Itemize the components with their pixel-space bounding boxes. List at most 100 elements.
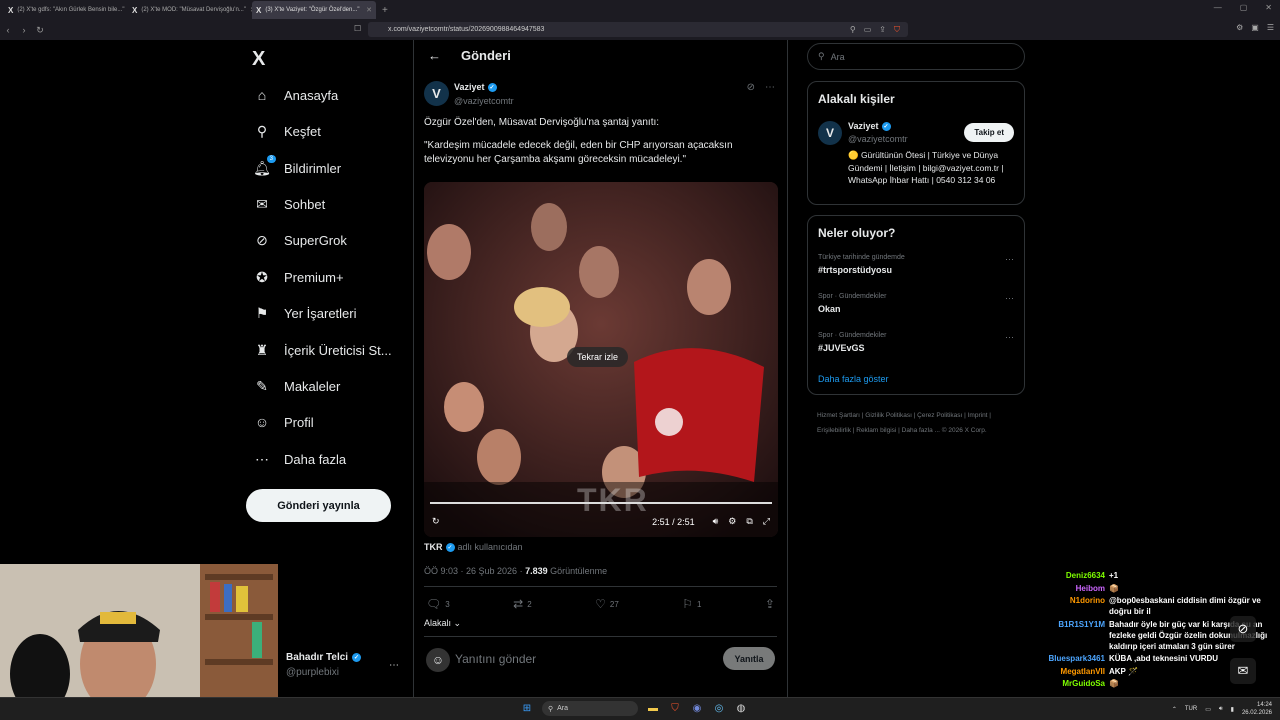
browser-tab[interactable]: X (2) X'te gdfs: "Akın Gürlek Bensin bile… (4, 1, 128, 19)
reply-sort[interactable]: Alakalı ⌄ (424, 618, 461, 629)
divider (424, 636, 777, 637)
battery-icon[interactable]: ▮ (1231, 706, 1234, 713)
sidebar-item-explore[interactable]: ⚲ Keşfet (254, 123, 321, 139)
author-avatar[interactable]: V (424, 81, 449, 106)
show-more-link[interactable]: Daha fazla göster (818, 374, 889, 384)
clock[interactable]: 14:24 26.02.2026 (1242, 701, 1272, 717)
close-window-icon[interactable]: ✕ (1265, 3, 1272, 12)
volume-icon[interactable]: 🔊︎ (1219, 706, 1223, 713)
discord-icon[interactable]: ◉ (690, 702, 704, 716)
x-logo[interactable]: X (252, 48, 265, 71)
post-top-actions: ⊘ ⋯ (747, 82, 775, 93)
trend-item[interactable]: Spor · Gündemdekiler Okan (818, 293, 886, 314)
browser-tab[interactable]: X (2) X'te MOD: "Müsavat Dervişoğlu'n..."… (128, 1, 252, 19)
replay-button[interactable]: Tekrar izle (567, 347, 629, 367)
tray-chevron-icon[interactable]: ⌃ (1172, 706, 1177, 713)
follow-button[interactable]: Takip et (964, 123, 1014, 142)
windows-start-icon[interactable]: ⊞ (520, 702, 534, 716)
related-user[interactable]: Vaziyet ✓ @vaziyetcomtr (848, 121, 908, 144)
new-tab-button[interactable]: + (376, 5, 394, 16)
sidebar-item-premium[interactable]: ✪ Premium+ (254, 269, 343, 285)
network-icon[interactable]: ▭ (1205, 706, 1211, 713)
sidebar-item-articles[interactable]: ✎ Makaleler (254, 378, 340, 394)
trend-item[interactable]: Spor · Gündemdekiler #JUVEvGS (818, 332, 886, 353)
reply-input[interactable]: Yanıtını gönder (455, 652, 536, 666)
file-explorer-icon[interactable]: ▬ (646, 702, 660, 716)
system-tray: ⌃ TUR ▭ 🔊︎ ▮ 14:24 26.02.2026 (1172, 701, 1272, 717)
bookmark-page-icon[interactable]: ☐ (354, 24, 361, 33)
extensions-icon[interactable]: ⚙ (1236, 23, 1243, 32)
close-tab-icon[interactable]: ✕ (366, 6, 372, 14)
sidebar-item-supergrok[interactable]: ⊘ SuperGrok (254, 232, 347, 248)
post-button[interactable]: Gönderi yayınla (246, 489, 391, 522)
maximize-icon[interactable]: ▢ (1240, 3, 1248, 12)
repost-action[interactable]: ⇄ 2 (513, 597, 532, 611)
video-progress-bar[interactable] (430, 502, 772, 504)
bell-icon: 🔔︎ 3 (253, 155, 276, 176)
sidebar-item-bookmarks[interactable]: ⚑ Yer İşaretleri (254, 305, 357, 321)
reply-button[interactable]: Yanıtla (723, 647, 775, 670)
tab-bar: X (2) X'te gdfs: "Akın Gürlek Bensin bile… (0, 0, 1280, 20)
trend-item[interactable]: Türkiye tarihinde gündemde #trtsporstüdyo… (818, 254, 905, 275)
divider (424, 586, 777, 587)
reply-action[interactable]: 🗨︎ 3 (426, 597, 450, 611)
url-bar[interactable]: x.com/vaziyetcomtr/status/20269009884649… (368, 22, 908, 37)
sidebar-item-chat[interactable]: ✉ Sohbet (254, 196, 325, 212)
page-header: ← Gönderi (428, 48, 511, 63)
like-action[interactable]: ♡ 27 (595, 597, 619, 611)
grok-float-icon[interactable]: ⊘ (1230, 616, 1256, 642)
more-icon: ⋯ (255, 450, 269, 467)
trend-more-icon[interactable]: ⋯ (1005, 254, 1014, 265)
obs-icon[interactable]: ◍ (734, 702, 748, 716)
sidebar-item-more[interactable]: ⋯ Daha fazla (254, 451, 346, 467)
browser-tab-active[interactable]: X (3) X'te Vaziyet: "Özgür Özel'den..." ✕ (252, 1, 376, 19)
back-icon[interactable]: ‹ (0, 25, 16, 35)
trend-more-icon[interactable]: ⋯ (1005, 332, 1014, 343)
fullscreen-icon[interactable]: ⤢ (763, 516, 770, 527)
brave-shield-icon[interactable]: ⛉ (894, 25, 900, 35)
messages-float-icon[interactable]: ✉ (1230, 658, 1256, 684)
sidebar-item-creator-studio[interactable]: ♜ İçerik Üreticisi St... (254, 342, 392, 358)
forward-icon[interactable]: › (16, 25, 32, 35)
sidebar-item-profile[interactable]: ☺ Profil (254, 414, 314, 430)
chat-message: N1dorino @bop0esbaskani ciddisin dimi özg… (1069, 596, 1261, 616)
minimize-icon[interactable]: — (1214, 3, 1222, 12)
video-source[interactable]: TKR ✓ adlı kullanıcıdan (424, 542, 523, 552)
steam-icon[interactable]: ◎ (712, 702, 726, 716)
settings-icon[interactable]: ⚙ (728, 516, 736, 527)
search-input[interactable]: ⚲ Ara (807, 43, 1025, 70)
volume-icon[interactable]: 🔊︎ (713, 516, 719, 527)
bookmark-action[interactable]: ⚐ 1 (682, 597, 701, 611)
footer-links[interactable]: Hizmet Şartları | Gizlilik Politikası | … (817, 408, 1017, 438)
chat-message: Deniz6634 +1 (1065, 571, 1119, 580)
related-title: Alakalı kişiler (818, 92, 895, 106)
more-options-icon[interactable]: ⋯ (765, 82, 775, 93)
brave-icon[interactable]: ⛉ (668, 702, 682, 716)
pip-icon[interactable]: ⧉ (746, 516, 752, 527)
grok-icon[interactable]: ⊘ (747, 82, 755, 93)
wallet-icon[interactable]: ▣ (1251, 23, 1259, 32)
lang-indicator[interactable]: TUR (1185, 706, 1197, 712)
replay-icon[interactable]: ↻ (432, 516, 440, 527)
reload-icon[interactable]: ↻ (32, 25, 48, 36)
screen-icon[interactable]: ▭ (864, 25, 872, 35)
sidebar-item-home[interactable]: ⌂ Anasayfa (254, 87, 338, 103)
x-favicon-icon: X (256, 5, 262, 15)
menu-icon[interactable]: ☰ (1267, 23, 1274, 32)
zoom-icon[interactable]: ⚲ (850, 25, 856, 35)
share-icon[interactable]: ⇪ (879, 25, 886, 35)
taskbar-search[interactable]: ⚲ Ara (542, 701, 638, 716)
sidebar-item-notifications[interactable]: 🔔︎ 3 Bildirimler (253, 155, 341, 176)
search-icon: ⚲ (256, 122, 268, 139)
author-info[interactable]: Vaziyet ✓ @vaziyetcomtr (454, 82, 514, 106)
video-player[interactable]: TKR Tekrar izle ↻ 2:51 / 2:51 🔊︎ ⚙ ⧉ ⤢ (424, 182, 778, 537)
account-more-icon[interactable]: ⋯ (389, 660, 399, 671)
share-action[interactable]: ⇪ (765, 597, 775, 611)
account-switcher[interactable]: Bahadır Telci ✓ @purplebixi (286, 652, 362, 678)
video-watermark: TKR (577, 482, 649, 518)
related-avatar[interactable]: V (818, 121, 842, 145)
nav-bar: ‹ › ↻ ☐ x.com/vaziyetcomtr/status/202690… (0, 20, 1280, 40)
back-arrow-icon[interactable]: ← (428, 48, 441, 63)
chevron-down-icon: ⌄ (451, 618, 462, 628)
trend-more-icon[interactable]: ⋯ (1005, 293, 1014, 304)
